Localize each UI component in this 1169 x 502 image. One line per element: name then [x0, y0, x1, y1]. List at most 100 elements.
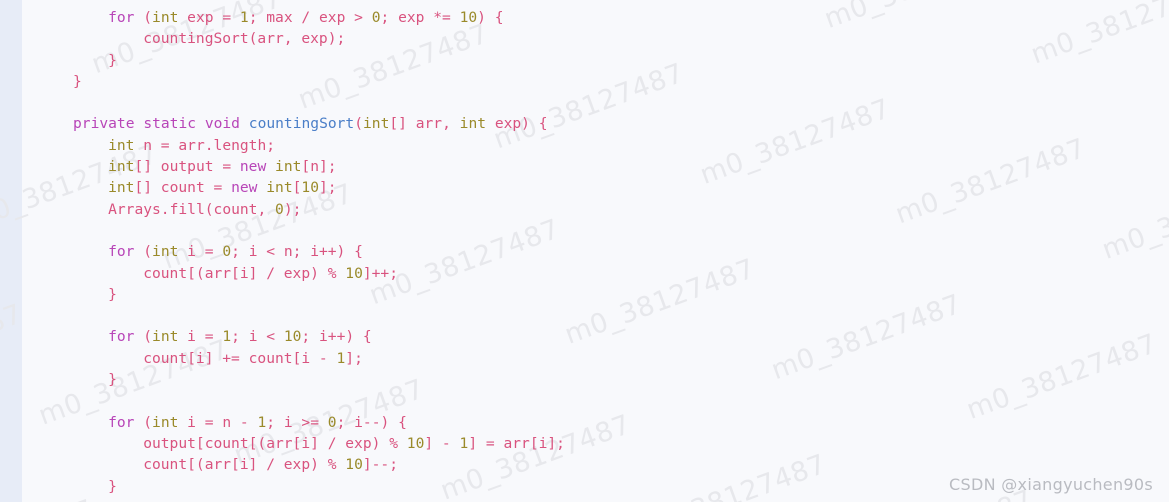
code-token-pn: ( — [134, 413, 153, 431]
code-token-pn: [] arr, — [389, 115, 460, 133]
code-token-kw: void — [204, 115, 240, 133]
code-token-pn: } — [108, 371, 117, 389]
code-token-pn: ( — [134, 328, 153, 346]
code-token-pn: [n]; — [301, 158, 337, 176]
code-line: for (int i = 0; i < n; i++) { — [0, 241, 1169, 262]
code-line: for (int i = 1; i < 10; i++) { — [0, 326, 1169, 347]
code-token-pn: ] - — [424, 434, 460, 452]
code-token-pn: [] count = — [134, 179, 232, 197]
code-token-pn: ; i < n; i++) { — [231, 243, 363, 261]
code-token-pn: ) { — [477, 9, 504, 26]
code-token-pn: } — [108, 285, 117, 303]
code-token-pn: ]--; — [362, 456, 399, 474]
code-token-pn: ] = arr[i]; — [468, 434, 565, 452]
code-token-pn: exp) { — [486, 115, 548, 133]
code-token-pn: [] output = — [134, 158, 240, 176]
code-token-num: 1 — [257, 413, 267, 431]
code-line: count[(arr[i] / exp) % 10]--; — [0, 454, 1169, 475]
code-line: } — [0, 50, 1169, 71]
code-token-kw: new — [239, 158, 267, 176]
code-token-num: 10 — [301, 179, 319, 197]
code-token-pn: } — [108, 51, 117, 69]
code-token-typ: int — [108, 158, 135, 176]
code-token-num: 0 — [371, 9, 381, 26]
code-token-pn: i = n - — [178, 413, 258, 431]
code-token-typ: int — [363, 115, 390, 133]
code-token-num: 1 — [222, 328, 232, 346]
code-line: int n = arr.length; — [0, 135, 1169, 156]
code-token-num: 10 — [406, 434, 425, 452]
code-token-typ: int — [275, 158, 302, 176]
code-block[interactable]: for (int exp = 1; max / exp > 0; exp *= … — [0, 0, 1169, 502]
code-token-typ: int — [152, 328, 179, 346]
code-token-kw: for — [108, 413, 135, 431]
code-token-typ: int — [459, 115, 487, 133]
code-line: } — [0, 71, 1169, 92]
code-token-pn: } — [73, 72, 82, 90]
csdn-attribution: CSDN @xiangyuchen90s — [949, 475, 1153, 494]
code-token-pn: count[i] += count[i - — [143, 349, 337, 367]
code-line: int[] output = new int[n]; — [0, 156, 1169, 177]
code-token-pn — [135, 115, 144, 132]
code-token-typ: int — [266, 179, 293, 197]
code-token-pn: ; i--) { — [336, 413, 407, 431]
code-token-pn: ( — [134, 243, 153, 261]
code-line: output[count[(arr[i] / exp) % 10] - 1] =… — [0, 433, 1169, 454]
code-token-kw: for — [108, 9, 135, 26]
code-token-num: 10 — [283, 328, 302, 346]
code-token-pn — [240, 115, 249, 132]
code-token-pn: ]; — [345, 349, 363, 367]
code-line: int[] count = new int[10]; — [0, 177, 1169, 198]
code-token-num: 10 — [345, 264, 363, 282]
code-line: } — [0, 284, 1169, 305]
code-token-kw: new — [231, 179, 258, 197]
code-token-pn: count[(arr[i] / exp) % — [143, 456, 346, 474]
code-line: for (int exp = 1; max / exp > 0; exp *= … — [0, 7, 1169, 28]
code-line: countingSort(arr, exp); — [0, 28, 1169, 49]
code-token-decl: countingSort — [248, 115, 355, 133]
code-token-num: 0 — [275, 200, 284, 218]
code-token-num: 1 — [459, 434, 469, 452]
code-token-num: 10 — [345, 456, 363, 474]
code-token-typ: int — [152, 9, 179, 26]
code-line: for (int i = n - 1; i >= 0; i--) { — [0, 412, 1169, 433]
code-token-pn — [257, 179, 266, 196]
code-token-typ: int — [108, 136, 135, 154]
code-token-pn: count[(arr[i] / exp) % — [143, 264, 346, 282]
code-token-kw: for — [108, 243, 135, 261]
code-token-typ: int — [152, 413, 179, 431]
code-token-pn: ; i++) { — [301, 328, 372, 346]
code-token-pn — [196, 115, 205, 132]
code-token-num: 1 — [239, 9, 249, 26]
code-token-pn — [266, 158, 275, 175]
code-screenshot: m0_38127487 m0_38127487m0_38127487 m0_3812… — [0, 0, 1169, 502]
code-token-pn: ]++; — [362, 264, 399, 282]
code-line: private static void countingSort(int[] a… — [0, 113, 1169, 134]
code-token-num: 0 — [222, 243, 232, 261]
code-token-pn: exp = — [178, 9, 240, 26]
code-token-typ: int — [152, 243, 179, 261]
code-line: } — [0, 369, 1169, 390]
code-line: Arrays.fill(count, 0); — [0, 199, 1169, 220]
code-token-pn: ]; — [319, 179, 337, 197]
code-token-typ: int — [108, 179, 135, 197]
code-token-pn: ( — [134, 9, 153, 26]
code-token-num: 10 — [459, 9, 478, 26]
code-token-pn: ); — [283, 200, 302, 218]
code-token-pn: output[count[(arr[i] / exp) % — [143, 434, 407, 452]
code-token-pn: ; exp *= — [380, 9, 460, 26]
code-token-pn: i = — [178, 328, 223, 346]
code-token-pn: n = arr.length; — [134, 136, 276, 154]
code-token-kw: for — [108, 328, 135, 346]
code-line: count[(arr[i] / exp) % 10]++; — [0, 263, 1169, 284]
code-token-num: 0 — [327, 413, 337, 431]
code-token-kw: static — [143, 115, 197, 133]
code-token-pn: countingSort(arr, exp); — [143, 30, 346, 48]
code-token-pn: ; max / exp > — [248, 9, 372, 26]
code-token-pn: i = — [178, 243, 223, 261]
code-line: count[i] += count[i - 1]; — [0, 348, 1169, 369]
